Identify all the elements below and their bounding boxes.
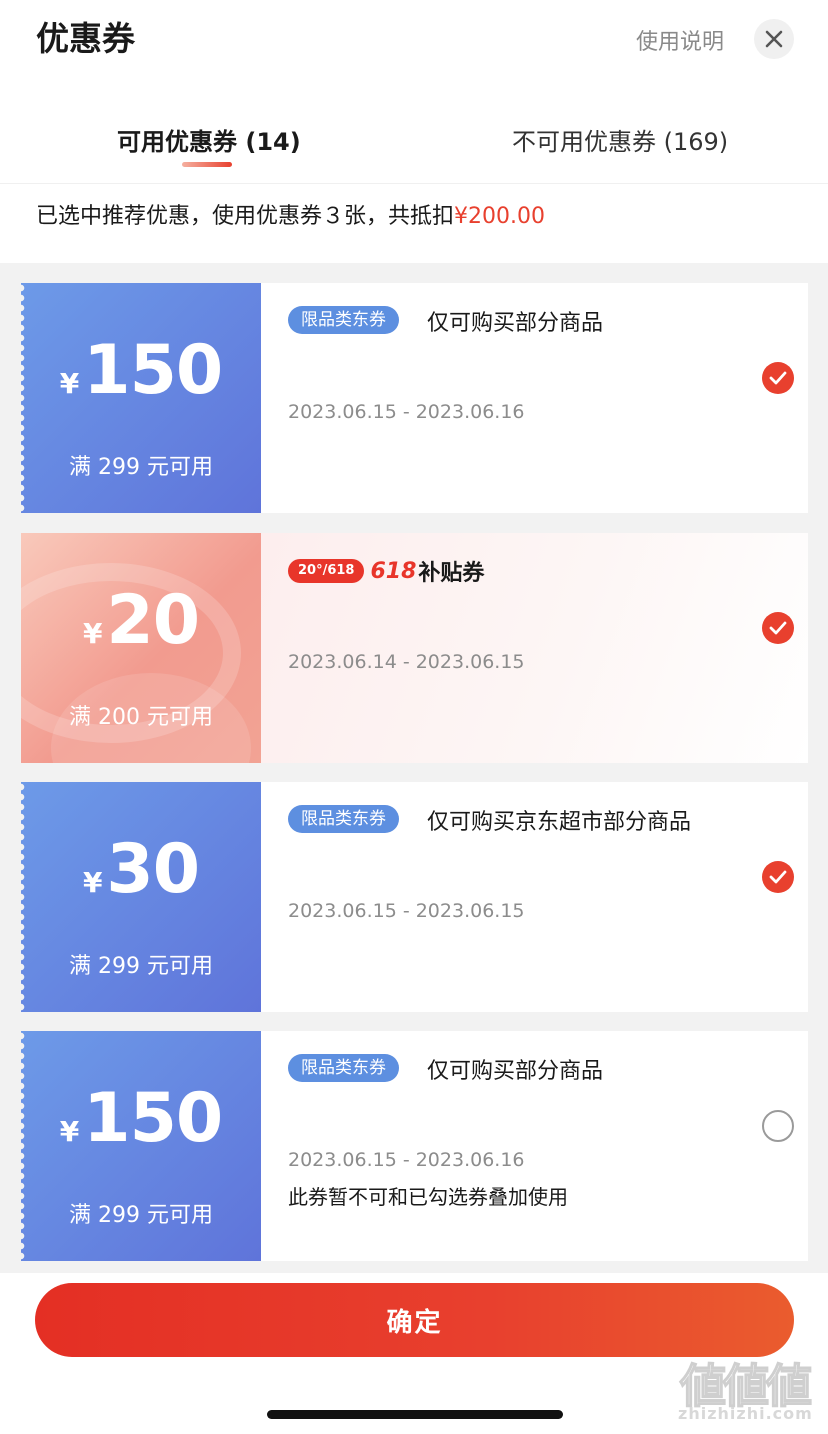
618-subsidy-badge: 20°/618 618 补贴券 [288,555,484,587]
coupon-value: ¥ 20 [21,581,261,660]
sheet-header: 优惠券 使用说明 [0,0,828,90]
coupon-info-panel: 20°/618 618 补贴券 2023.06.14 - 2023.06.15 [261,533,808,763]
discount-amount: ¥200.00 [454,204,545,229]
coupon-description: 仅可购买京东超市部分商品 [427,810,692,835]
coupon-card[interactable]: ¥ 20 满 200 元可用 20°/618 618 补贴券 2023.06.1… [21,533,808,763]
usage-instructions-link[interactable]: 使用说明 [636,24,724,56]
active-tab-indicator [182,162,232,167]
subsidy-label: 补贴券 [418,561,485,586]
coupon-value-panel: ¥ 150 满 299 元可用 [21,283,261,513]
coupon-amount: 150 [83,1079,223,1158]
stacking-warning: 此券暂不可和已勾选券叠加使用 [288,1185,568,1209]
coupon-card[interactable]: ¥ 150 满 299 元可用 限品类东券 仅可购买部分商品 2023.06.1… [21,283,808,513]
coupon-description: 仅可购买部分商品 [427,1059,604,1084]
coupon-info-panel: 限品类东券 仅可购买部分商品 2023.06.15 - 2023.06.16 [261,283,808,513]
coupon-checkbox-checked[interactable] [762,861,794,893]
coupon-date-range: 2023.06.15 - 2023.06.16 [288,1149,525,1171]
coupon-amount: 20 [106,581,200,660]
checkmark-icon [769,371,787,385]
currency-symbol: ¥ [59,1115,80,1148]
coupon-condition: 满 200 元可用 [69,705,213,730]
coupon-card[interactable]: ¥ 30 满 299 元可用 限品类东券 仅可购买京东超市部分商品 2023.0… [21,782,808,1012]
checkmark-icon [769,870,787,884]
coupon-tabs: 可用优惠券 (14) 不可用优惠券 (169) [0,100,828,184]
618-logo-pill: 20°/618 [288,559,365,583]
confirm-button[interactable]: 确定 [35,1283,794,1357]
coupon-list: ¥ 150 满 299 元可用 限品类东券 仅可购买部分商品 2023.06.1… [0,263,828,1273]
watermark-url: zhizhizhi.com [678,1404,813,1423]
coupon-amount: 30 [106,830,200,909]
currency-symbol: ¥ [82,866,103,899]
coupon-info-panel: 限品类东券 仅可购买京东超市部分商品 2023.06.15 - 2023.06.… [261,782,808,1012]
coupon-date-range: 2023.06.15 - 2023.06.15 [288,900,525,922]
coupon-checkbox-checked[interactable] [762,362,794,394]
coupon-condition: 满 299 元可用 [69,455,213,480]
home-indicator [267,1410,563,1419]
coupon-info-panel: 限品类东券 仅可购买部分商品 2023.06.15 - 2023.06.16 此… [261,1031,808,1261]
coupon-description: 仅可购买部分商品 [427,311,604,336]
coupon-card[interactable]: ¥ 150 满 299 元可用 限品类东券 仅可购买部分商品 2023.06.1… [21,1031,808,1261]
site-watermark: 値値値 zhizhizhi.com [676,1350,826,1430]
coupon-value: ¥ 150 [21,1079,261,1158]
checkmark-icon [769,621,787,635]
coupon-date-range: 2023.06.14 - 2023.06.15 [288,651,525,673]
coupon-value-panel: ¥ 20 满 200 元可用 [21,533,261,763]
coupon-value: ¥ 30 [21,830,261,909]
close-button[interactable] [754,19,794,59]
coupon-checkbox-checked[interactable] [762,612,794,644]
coupon-value: ¥ 150 [21,331,261,410]
page-title: 优惠券 [36,19,135,58]
coupon-category-tag: 限品类东券 [288,805,399,833]
coupon-condition: 满 299 元可用 [69,954,213,979]
coupon-checkbox-unchecked[interactable] [762,1110,794,1142]
coupon-amount: 150 [83,331,223,410]
coupon-value-panel: ¥ 150 满 299 元可用 [21,1031,261,1261]
selection-summary: 已选中推荐优惠，使用优惠券３张，共抵扣¥200.00 [36,198,545,230]
coupon-date-range: 2023.06.15 - 2023.06.16 [288,401,525,423]
close-icon [765,30,783,48]
tab-unavailable-coupons[interactable]: 不可用优惠券 (169) [512,122,728,157]
coupon-condition: 满 299 元可用 [69,1203,213,1228]
618-label: 618 [370,558,417,584]
summary-text: 已选中推荐优惠，使用优惠券３张，共抵扣 [36,204,455,229]
coupon-category-tag: 限品类东券 [288,1054,399,1082]
coupon-category-tag: 限品类东券 [288,306,399,334]
currency-symbol: ¥ [82,617,103,650]
currency-symbol: ¥ [59,367,80,400]
tab-available-coupons[interactable]: 可用优惠券 (14) [117,122,301,157]
coupon-value-panel: ¥ 30 满 299 元可用 [21,782,261,1012]
